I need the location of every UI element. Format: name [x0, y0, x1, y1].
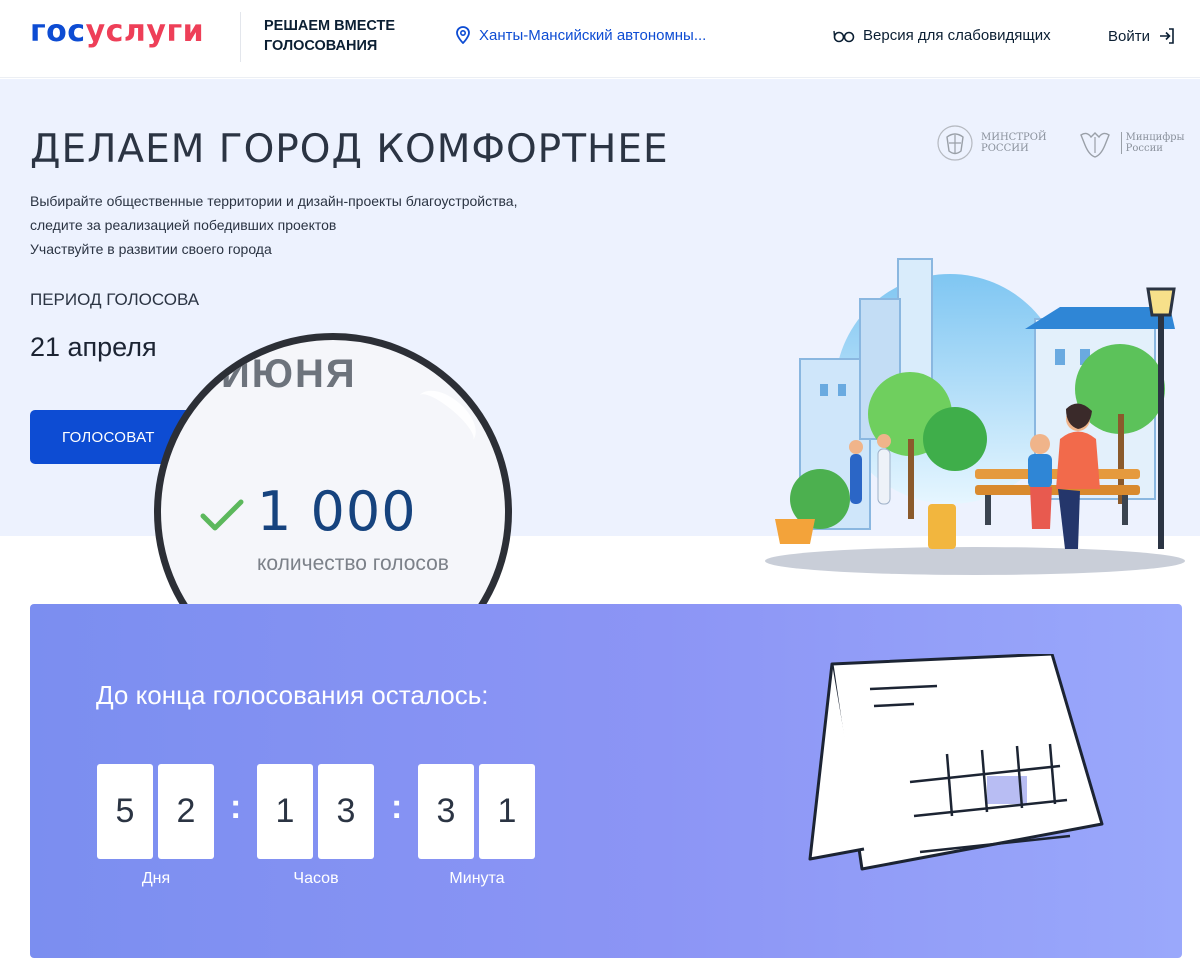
site-tagline: РЕШАЕМ ВМЕСТЕ ГОЛОСОВАНИЯ [264, 18, 396, 54]
logo-gos-part: гос [30, 14, 86, 49]
hero-description-line: следите за реализацией победивших проект… [30, 217, 337, 233]
hero-description-line: Выбирайте общественные территории и диза… [30, 193, 518, 209]
countdown-digit-minutes-1: 3 [418, 764, 474, 859]
countdown-digit-minutes-2: 1 [479, 764, 535, 859]
hero-section: ДЕЛАЕМ ГОРОД КОМФОРТНЕЕ Выбирайте общест… [0, 79, 1200, 763]
vote-count: 1 000 [257, 480, 417, 543]
location-pin-icon [456, 26, 470, 44]
double-eagle-icon [1079, 132, 1110, 158]
glasses-icon [833, 30, 855, 42]
login-arrow-icon [1159, 28, 1174, 44]
countdown-colon: : [391, 788, 403, 826]
countdown-digit-days-1: 5 [97, 764, 153, 859]
countdown-digit-hours-2: 3 [318, 764, 374, 859]
countdown-unit-days: Дня [141, 870, 171, 887]
voting-period-value: 21 апреля [30, 332, 157, 362]
low-vision-label: Версия для слабовидящих [863, 27, 1051, 44]
login-button[interactable]: Войти [1108, 27, 1176, 45]
countdown-digit-hours-1: 1 [257, 764, 313, 859]
partner-name: Минцифры [1125, 132, 1185, 143]
region-selector[interactable]: Ханты-Мансийский автономны... [455, 26, 706, 44]
countdown-panel: До конца голосования осталось: 5 2 : 1 3… [30, 604, 1182, 958]
gosuslugi-logo[interactable]: госуслуги [30, 14, 204, 49]
logo-uslugi-part: услуги [85, 14, 205, 49]
partner-minstroy: МИНСТРОЙ РОССИИ [935, 123, 1047, 163]
logo-divider [240, 12, 241, 62]
hero-description: Выбирайте общественные территории и диза… [30, 189, 650, 261]
desk-calendar-icon [808, 654, 1104, 871]
region-name: Ханты-Мансийский автономны... [479, 26, 707, 44]
partner-logos: МИНСТРОЙ РОССИИ Минцифры России [935, 123, 1185, 163]
partner-name: РОССИИ [981, 143, 1029, 154]
login-label: Войти [1108, 27, 1150, 45]
countdown-digit-days-2: 2 [158, 764, 214, 859]
low-vision-link[interactable]: Версия для слабовидящих [833, 27, 1051, 44]
countdown-unit-minutes: Минута [449, 870, 505, 887]
hero-description-line: Участвуйте в развитии своего города [30, 241, 272, 257]
voting-period-label: ПЕРИОД ГОЛОСОВА [30, 290, 200, 309]
partner-name: России [1125, 143, 1163, 154]
countdown-unit-hours: Часов [293, 870, 339, 887]
site-header: госуслуги РЕШАЕМ ВМЕСТЕ ГОЛОСОВАНИЯ Хант… [0, 0, 1200, 78]
hero-title: ДЕЛАЕМ ГОРОД КОМФОРТНЕЕ [30, 127, 669, 172]
checkmark-icon [200, 499, 244, 531]
countdown-colon: : [230, 788, 242, 826]
partner-name: МИНСТРОЙ [981, 132, 1047, 143]
partner-mintsifry: Минцифры России [1075, 123, 1185, 163]
vote-count-label: количество голосов [257, 552, 449, 575]
countdown-title: До конца голосования осталось: [96, 680, 489, 710]
city-park-illustration [765, 258, 1185, 575]
coat-of-arms-icon [937, 125, 973, 161]
magnified-month: ИЮНЯ [221, 352, 357, 396]
